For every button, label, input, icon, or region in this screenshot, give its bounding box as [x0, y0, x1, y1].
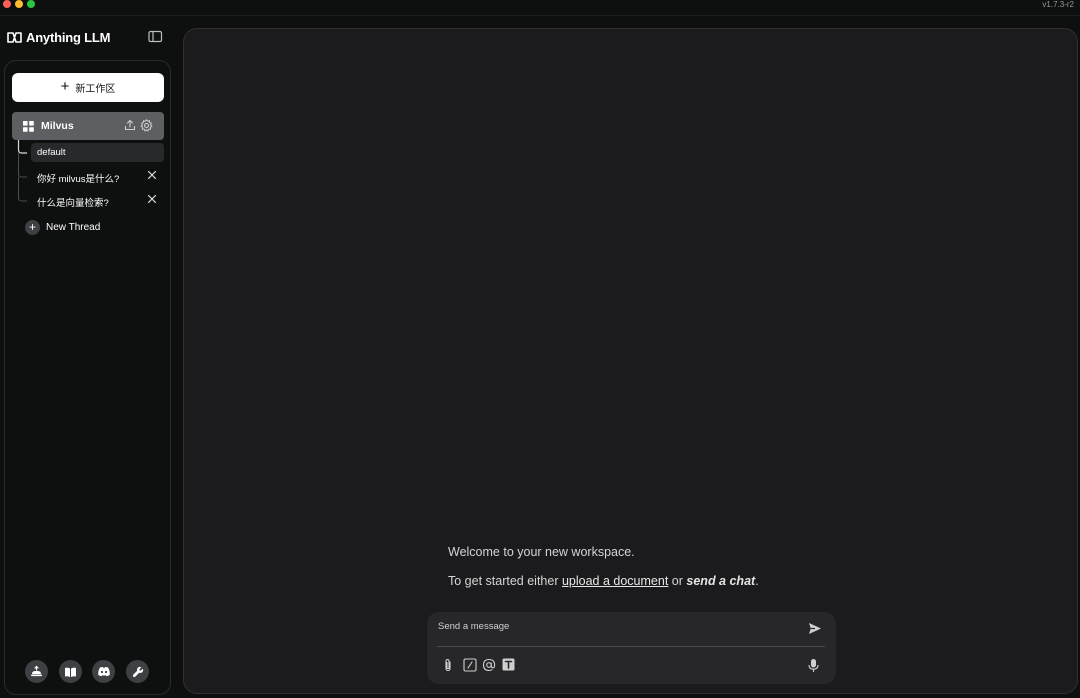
discord-icon: [97, 667, 110, 677]
title-bar: v1.7.3-r2: [0, 0, 1080, 16]
at-mention-icon[interactable]: [482, 658, 496, 672]
anything-llm-logo-icon: [7, 31, 22, 43]
docs-book-icon: [65, 667, 76, 677]
sidebar-collapse-icon: [148, 30, 163, 43]
close-icon[interactable]: [147, 170, 157, 180]
version-label: v1.7.3-r2: [1042, 0, 1074, 9]
thread-item[interactable]: 什么是向量检索?: [31, 191, 164, 210]
community-hub-icon: [31, 665, 42, 677]
discord-button[interactable]: [92, 660, 115, 683]
community-hub-button[interactable]: [25, 660, 48, 683]
thread-item-default[interactable]: default: [31, 143, 164, 162]
composer-divider: [437, 646, 825, 647]
get-started-prefix: To get started either: [448, 574, 559, 588]
workspace-name: Milvus: [41, 120, 74, 132]
slash-command-icon[interactable]: [463, 658, 477, 672]
workspace-grid-icon: [23, 121, 34, 132]
send-chat-link[interactable]: send a chat: [686, 574, 755, 588]
period: .: [755, 574, 759, 588]
minimize-window-button[interactable]: [15, 0, 23, 8]
plus-icon: +: [25, 219, 40, 235]
maximize-window-button[interactable]: [27, 0, 35, 8]
docs-button[interactable]: [59, 660, 82, 683]
paperclip-icon[interactable]: [443, 658, 453, 672]
gear-icon[interactable]: [140, 119, 153, 132]
sidebar-toggle-button[interactable]: [148, 30, 163, 43]
settings-button[interactable]: [126, 660, 149, 683]
plus-icon: +: [60, 78, 70, 95]
new-thread-button[interactable]: + New Thread: [25, 219, 100, 235]
upload-document-link[interactable]: upload a document: [562, 574, 668, 588]
sidebar: + 新工作区 Milvus default 你好 milvus是什么? 什么是向…: [4, 60, 171, 695]
workspace-item-milvus[interactable]: Milvus: [12, 112, 164, 140]
get-started-message: To get started either upload a document …: [448, 574, 759, 588]
message-composer: Send a message: [427, 612, 836, 684]
text-size-icon[interactable]: [502, 658, 515, 671]
close-icon[interactable]: [147, 194, 157, 204]
thread-label: default: [37, 147, 66, 158]
app-name: Anything LLM: [26, 29, 111, 45]
chat-panel: Welcome to your new workspace. To get st…: [183, 28, 1078, 694]
new-thread-label: New Thread: [46, 221, 101, 233]
thread-item[interactable]: 你好 milvus是什么?: [31, 167, 164, 186]
new-workspace-label: 新工作区: [75, 84, 116, 95]
or-text: or: [671, 574, 683, 588]
new-workspace-button[interactable]: + 新工作区: [12, 73, 164, 102]
app-logo: Anything LLM: [7, 29, 110, 45]
upload-icon[interactable]: [124, 119, 136, 131]
message-input[interactable]: Send a message: [438, 621, 509, 632]
microphone-icon[interactable]: [808, 658, 819, 673]
send-icon[interactable]: [808, 622, 822, 635]
thread-label: 你好 milvus是什么?: [37, 174, 120, 185]
wrench-settings-icon: [132, 666, 143, 677]
thread-label: 什么是向量检索?: [37, 198, 109, 209]
close-window-button[interactable]: [3, 0, 11, 8]
welcome-message: Welcome to your new workspace.: [448, 545, 635, 559]
